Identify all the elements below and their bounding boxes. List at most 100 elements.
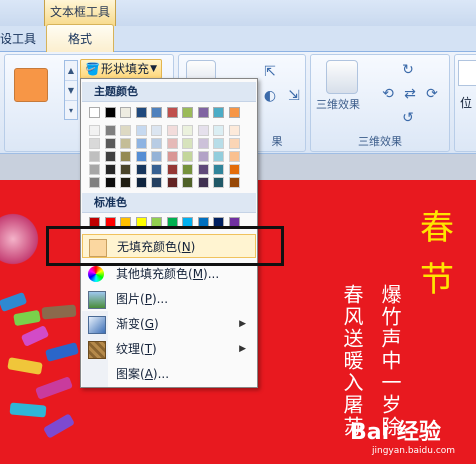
theme-color-shade-swatch[interactable]: [213, 164, 224, 175]
menu-item-picture[interactable]: 图片(P)...: [82, 287, 256, 311]
shape-style-preview[interactable]: [14, 68, 48, 102]
theme-color-shade-swatch[interactable]: [89, 125, 100, 136]
theme-color-swatch[interactable]: [182, 107, 193, 118]
theme-color-swatch[interactable]: [89, 107, 100, 118]
theme-color-shade-swatch[interactable]: [151, 164, 162, 175]
menu-item-label: 图案(A)...: [116, 367, 170, 381]
title-char-festival: 节: [420, 260, 454, 300]
shape-fill-button[interactable]: 🪣 形状填充 ▼: [80, 59, 162, 79]
nudge-up-icon[interactable]: ⇱: [262, 64, 278, 80]
theme-color-shade-swatch[interactable]: [104, 177, 116, 188]
theme-color-shade-swatch[interactable]: [166, 138, 178, 149]
nudge-shadow-icon[interactable]: ◐: [262, 88, 278, 104]
theme-color-shade-swatch[interactable]: [135, 177, 147, 188]
theme-color-shade-swatch[interactable]: [151, 177, 162, 188]
baidu-watermark-logo: Bai 经验: [350, 420, 441, 445]
title-char-spring: 春: [420, 208, 454, 248]
theme-color-shade-swatch[interactable]: [89, 177, 100, 188]
theme-color-shade-swatch[interactable]: [228, 164, 240, 175]
tilt-left-icon[interactable]: ⟲: [380, 86, 396, 102]
position-icon[interactable]: [458, 60, 476, 86]
theme-color-shade-swatch[interactable]: [104, 138, 116, 149]
theme-color-shade-swatch[interactable]: [151, 138, 162, 149]
theme-color-shade-swatch[interactable]: [228, 125, 240, 136]
theme-color-shade-swatch[interactable]: [135, 125, 147, 136]
menu-item-texture[interactable]: 纹理(T) ▶: [82, 337, 256, 361]
shape-fill-label: 形状填充: [101, 62, 150, 76]
tilt-right-icon[interactable]: ⟳: [424, 86, 440, 102]
theme-color-shade-swatch[interactable]: [228, 138, 240, 149]
theme-color-swatch[interactable]: [166, 107, 178, 118]
nudge-right-icon[interactable]: ⇲: [286, 88, 302, 104]
theme-color-swatch[interactable]: [228, 107, 240, 118]
theme-color-shade-swatch[interactable]: [213, 151, 224, 162]
three-d-tile-icon[interactable]: [326, 60, 358, 94]
theme-color-swatch[interactable]: [135, 107, 147, 118]
theme-color-shade-swatch[interactable]: [89, 164, 100, 175]
color-wheel-icon: [88, 266, 104, 282]
theme-color-shade-swatch[interactable]: [182, 164, 193, 175]
three-d-group-label: 三维效果: [358, 135, 402, 148]
theme-color-shade-swatch[interactable]: [151, 125, 162, 136]
menu-item-gradient[interactable]: 渐变(G) ▶: [82, 312, 256, 336]
theme-color-shade-swatch[interactable]: [135, 138, 147, 149]
theme-color-shade-swatch[interactable]: [213, 177, 224, 188]
tab-format[interactable]: 格式: [46, 24, 114, 53]
theme-color-shade-swatch[interactable]: [197, 125, 209, 136]
chevron-up-icon[interactable]: ▲: [65, 61, 77, 81]
three-d-effects-button[interactable]: 三维效果: [316, 96, 360, 112]
theme-color-shade-swatch[interactable]: [197, 164, 209, 175]
tilt-down-icon[interactable]: ↺: [400, 110, 416, 126]
pattern-icon: [88, 366, 104, 382]
theme-color-swatch[interactable]: [213, 107, 224, 118]
theme-color-shade-swatch[interactable]: [213, 138, 224, 149]
theme-color-shade-swatch[interactable]: [120, 125, 131, 136]
menu-item-pattern[interactable]: 图案(A)...: [82, 362, 256, 386]
theme-color-shade-swatch[interactable]: [151, 151, 162, 162]
theme-color-shade-swatch[interactable]: [182, 151, 193, 162]
theme-color-shade-swatch[interactable]: [197, 138, 209, 149]
theme-color-shade-swatch[interactable]: [104, 125, 116, 136]
chevron-down-icon[interactable]: ▼: [65, 81, 77, 101]
theme-color-shade-swatch[interactable]: [120, 138, 131, 149]
toggle-3d-icon[interactable]: ⇄: [402, 86, 418, 102]
theme-color-shade-swatch[interactable]: [135, 151, 147, 162]
watermark-url: jingyan.baidu.com: [372, 446, 456, 456]
theme-color-shade-swatch[interactable]: [120, 151, 131, 162]
theme-color-swatch[interactable]: [197, 107, 209, 118]
style-gallery-scroll[interactable]: ▲ ▼ ▾: [64, 60, 78, 120]
menu-item-label: 图片(P)...: [116, 292, 169, 306]
theme-color-shade-swatch[interactable]: [182, 125, 193, 136]
theme-color-shade-swatch[interactable]: [166, 151, 178, 162]
picture-icon: [88, 291, 106, 309]
theme-color-shade-swatch[interactable]: [120, 177, 131, 188]
tab-drawing-tools[interactable]: 设工具: [0, 26, 44, 52]
theme-color-swatch[interactable]: [120, 107, 131, 118]
theme-color-shade-swatch[interactable]: [89, 138, 100, 149]
position-button[interactable]: 位: [460, 94, 472, 111]
theme-color-shade-swatch[interactable]: [166, 125, 178, 136]
theme-color-shade-swatch[interactable]: [197, 177, 209, 188]
highlight-annotation-box: [46, 226, 284, 266]
theme-color-shade-swatch[interactable]: [120, 164, 131, 175]
theme-color-shade-swatch[interactable]: [213, 125, 224, 136]
theme-color-shade-swatch[interactable]: [182, 138, 193, 149]
theme-color-shade-swatch[interactable]: [104, 151, 116, 162]
tilt-up-icon[interactable]: ↻: [400, 62, 416, 78]
texture-icon: [88, 341, 106, 359]
theme-color-swatch[interactable]: [104, 107, 116, 118]
theme-color-shade-swatch[interactable]: [135, 164, 147, 175]
chevron-right-icon: ▶: [239, 319, 246, 329]
theme-color-shade-swatch[interactable]: [104, 164, 116, 175]
theme-color-shade-swatch[interactable]: [166, 177, 178, 188]
theme-color-shade-swatch[interactable]: [228, 177, 240, 188]
more-icon[interactable]: ▾: [65, 101, 77, 120]
theme-color-shade-swatch[interactable]: [228, 151, 240, 162]
theme-color-shade-swatch[interactable]: [89, 151, 100, 162]
theme-color-shade-swatch[interactable]: [182, 177, 193, 188]
theme-color-shade-swatch[interactable]: [166, 164, 178, 175]
theme-color-swatch[interactable]: [151, 107, 162, 118]
standard-colors-header: 标准色: [82, 193, 256, 213]
menu-item-label: 纹理(T): [116, 342, 157, 356]
theme-color-shade-swatch[interactable]: [197, 151, 209, 162]
